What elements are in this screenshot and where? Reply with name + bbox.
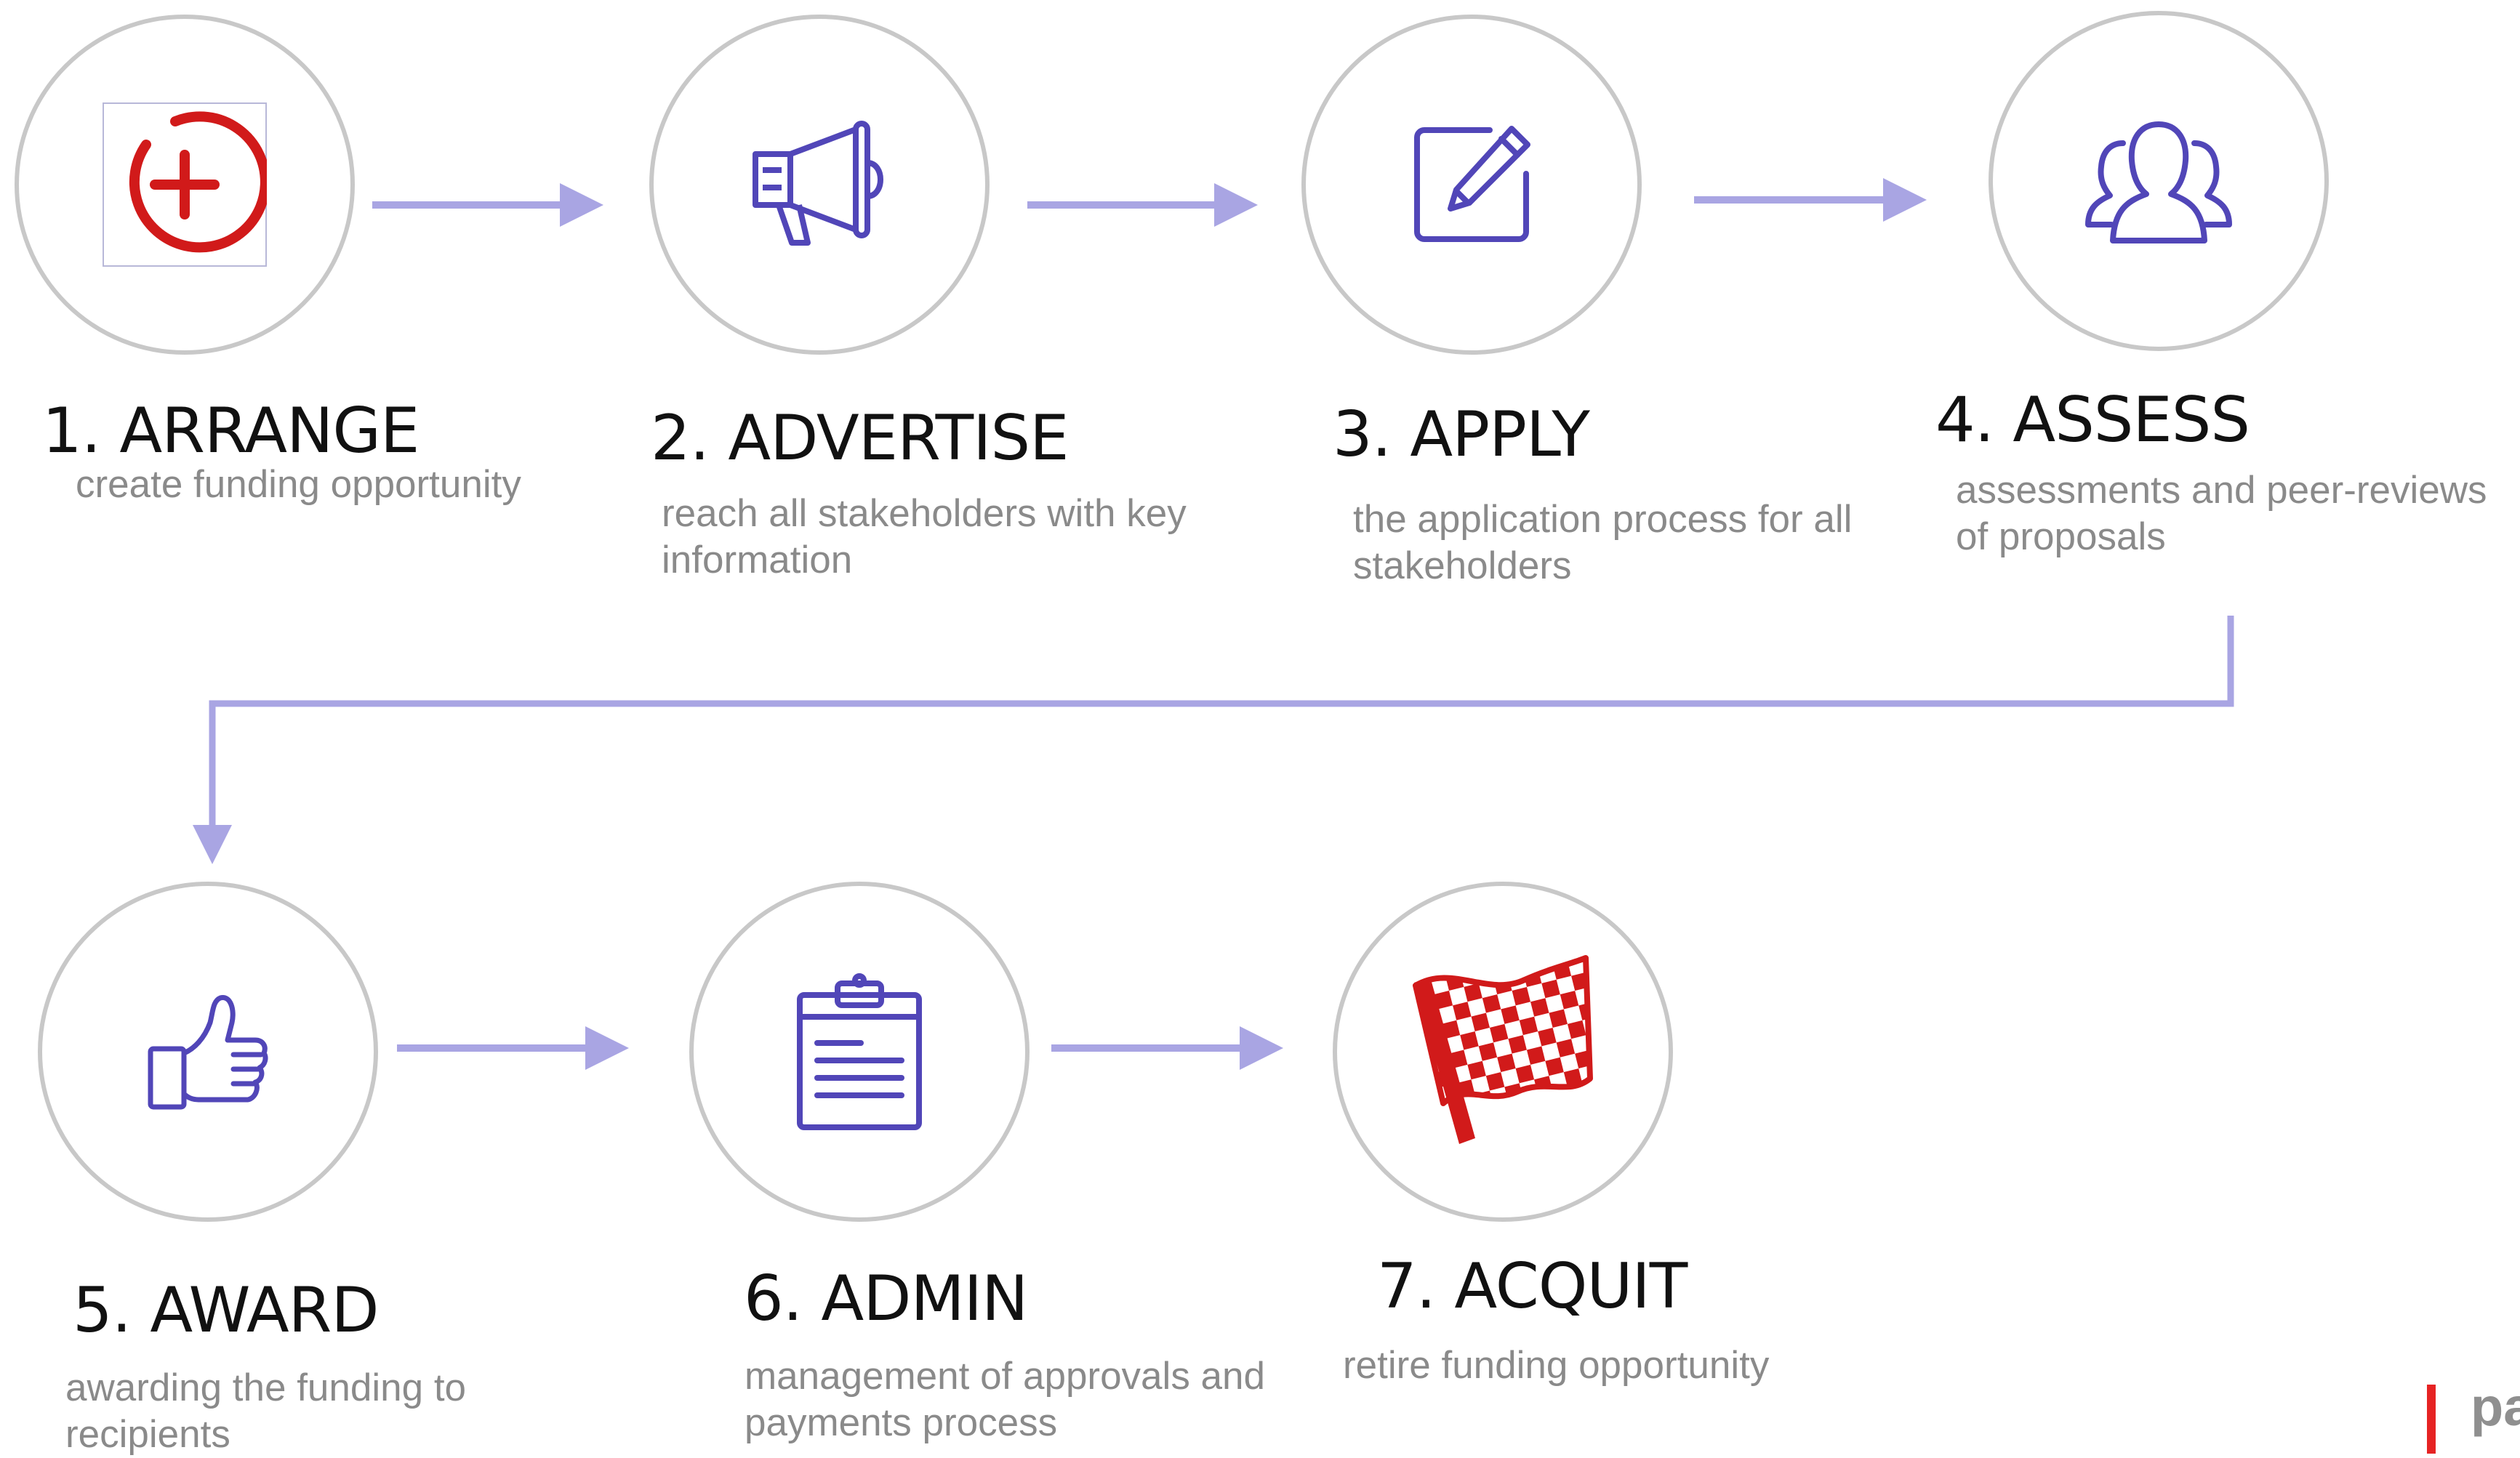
step-title-admin: 6. ADMIN [744, 1262, 1028, 1335]
logo-text: pa [2471, 1377, 2520, 1437]
logo-accent-bar [2427, 1385, 2436, 1454]
add-circle-icon [103, 102, 267, 267]
step-circle-assess [1989, 11, 2329, 351]
step-desc-award: awarding the funding to recipients [65, 1366, 467, 1456]
step-desc-acquit: retire funding opportunity [1343, 1344, 1770, 1387]
step-title-award: 5. AWARD [73, 1274, 380, 1347]
step-circle-apply [1301, 15, 1642, 355]
people-group-icon [2085, 121, 2232, 243]
thumbs-up-icon [148, 995, 268, 1110]
step-desc-apply: the application process for all stakehol… [1353, 498, 1853, 587]
step-desc-assess: assessments and peer-reviews of proposal… [1956, 469, 2487, 558]
step-title-arrange: 1. ARRANGE [42, 395, 420, 467]
step-circle-award [38, 882, 378, 1222]
step-circle-admin [689, 882, 1030, 1222]
step-title-assess: 4. ASSESS [1935, 384, 2250, 456]
step-desc-advertise: reach all stakeholders with key informat… [662, 492, 1187, 581]
edit-form-icon [1414, 126, 1530, 242]
step-circle-acquit [1333, 882, 1673, 1222]
step-circle-arrange [15, 15, 355, 355]
step-desc-admin: management of approvals and payments pro… [745, 1355, 1265, 1444]
checkered-flag-icon [1413, 955, 1593, 1144]
step-title-advertise: 2. ADVERTISE [651, 402, 1069, 475]
arrow-4-to-5 [193, 616, 2234, 864]
step-desc-arrange: create funding opportunity [76, 463, 521, 506]
step-title-apply: 3. APPLY [1333, 398, 1590, 471]
clipboard-icon [797, 973, 922, 1130]
megaphone-icon [753, 121, 883, 246]
step-circle-advertise [649, 15, 990, 355]
step-title-acquit: 7. ACQUIT [1377, 1250, 1688, 1323]
